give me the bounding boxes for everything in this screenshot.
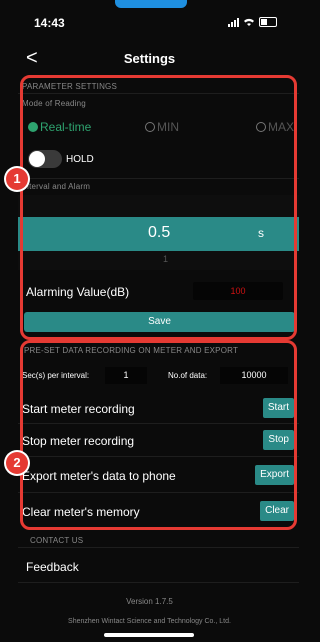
company-text: Shenzhen Wintact Science and Technology … (68, 618, 231, 625)
contact-us-header: CONTACT US (30, 536, 84, 545)
signal-icon (228, 17, 239, 27)
annotation-badge-2: 2 (6, 452, 28, 474)
top-indicator (0, 0, 299, 12)
status-time: 14:43 (34, 16, 65, 30)
divider (18, 547, 299, 548)
nav-bar: < Settings (0, 45, 299, 73)
wifi-icon (244, 18, 254, 26)
divider (18, 582, 299, 583)
annotation-badge-1: 1 (6, 168, 28, 190)
home-indicator (104, 633, 194, 637)
status-bar: 14:43 (0, 16, 299, 36)
page-title: Settings (123, 51, 176, 66)
version-text: Version 1.7.5 (126, 597, 173, 606)
battery-icon (259, 17, 277, 27)
annotation-box-1 (20, 75, 297, 340)
feedback-link[interactable]: Feedback (26, 560, 79, 574)
annotation-box-2 (20, 340, 297, 530)
